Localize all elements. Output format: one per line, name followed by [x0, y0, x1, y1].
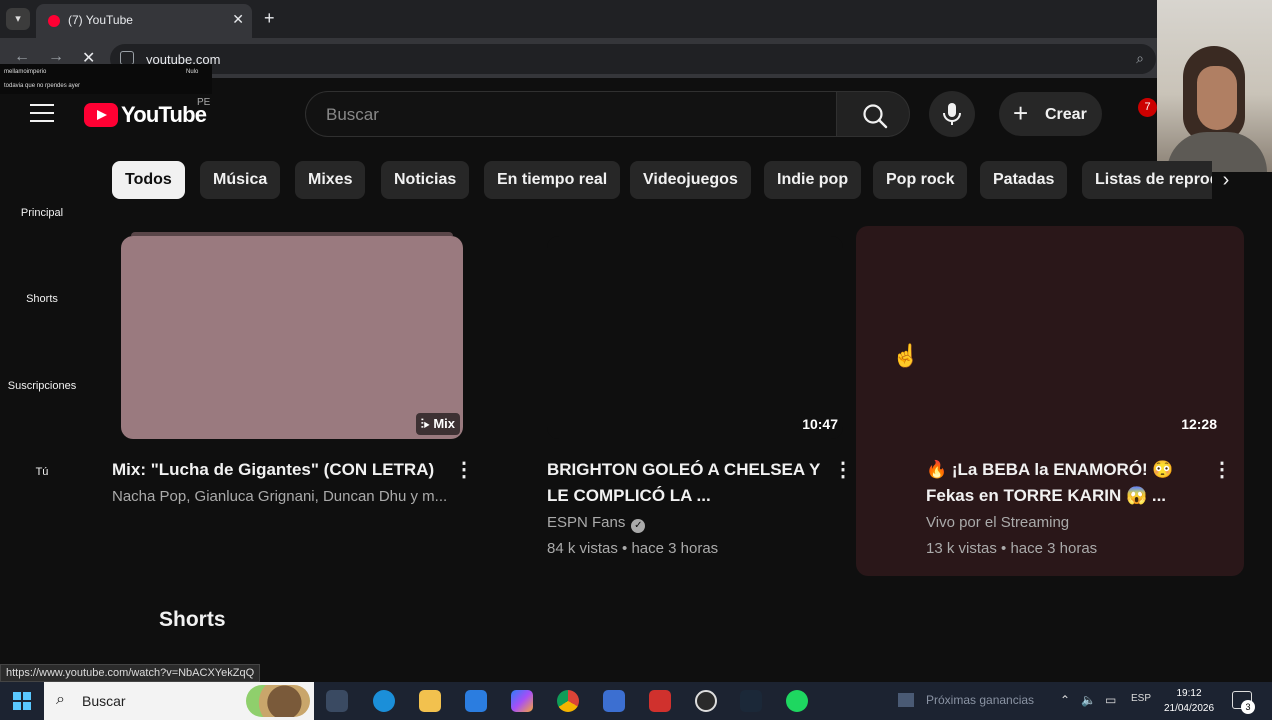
create-button[interactable]: + Crear	[999, 92, 1102, 136]
overlay-line-1: mellamoimperio	[4, 69, 47, 75]
verified-check-icon: ✓	[631, 519, 646, 533]
notification-count-badge[interactable]: 7	[1138, 98, 1157, 117]
create-label: Crear	[1045, 106, 1087, 123]
youtube-logo-text[interactable]: YouTube	[121, 102, 207, 128]
microsoft-store-icon[interactable]	[465, 690, 487, 712]
mix-badge-label: Mix	[433, 416, 455, 431]
search-input[interactable]	[326, 104, 816, 126]
chip-overflow-clip: Listas de reproducción	[1082, 161, 1212, 199]
hamburger-menu-icon[interactable]	[30, 104, 54, 124]
chip-mixes[interactable]: Mixes	[295, 161, 366, 199]
more-options-icon[interactable]: ⋮	[454, 457, 474, 483]
chip-listas-de-reproduccion[interactable]: Listas de reproducción	[1082, 161, 1212, 199]
sidebar-item-tu[interactable]: Tú	[0, 466, 84, 478]
video-channel[interactable]: Nacha Pop, Gianluca Grignani, Duncan Dhu…	[112, 484, 447, 510]
video-title-line-1[interactable]: 🔥 ¡La BEBA la ENAMORÓ! 😳	[926, 457, 1174, 483]
copilot-icon[interactable]	[511, 690, 533, 712]
youtube-favicon-icon	[48, 15, 60, 27]
video-title-line-1[interactable]: BRIGHTON GOLEÓ A CHELSEA Y	[547, 457, 820, 483]
zoom-icon[interactable]: ⌕	[1136, 50, 1144, 67]
new-tab-button[interactable]: +	[264, 8, 275, 29]
chip-videojuegos[interactable]: Videojuegos	[630, 161, 751, 199]
system-clock[interactable]: 19:12 21/04/2026	[1158, 686, 1220, 716]
hand-cursor-icon: ☝	[892, 343, 920, 368]
sidebar-item-principal[interactable]: Principal	[0, 207, 84, 219]
video-duration: 12:28	[1181, 416, 1217, 432]
chip-musica[interactable]: Música	[200, 161, 281, 199]
spotify-icon[interactable]	[786, 690, 808, 712]
playlist-icon: ⫶▸	[420, 416, 434, 431]
media-player-icon[interactable]	[695, 690, 717, 712]
more-options-icon[interactable]: ⋮	[833, 457, 853, 483]
language-indicator[interactable]: ESP	[1131, 693, 1151, 704]
microphone-icon	[943, 103, 961, 125]
country-code: PE	[197, 97, 211, 108]
webcam-overlay	[1157, 0, 1272, 172]
video-thumbnail-brighton[interactable]: 10:47	[547, 236, 843, 439]
volume-icon[interactable]: 🔈	[1081, 693, 1096, 707]
search-icon: ⌕	[56, 691, 65, 708]
status-bar-url: https://www.youtube.com/watch?v=NbACXYek…	[0, 664, 261, 682]
browser-tab[interactable]: (7) YouTube ✕	[36, 4, 252, 38]
video-stats: 13 k vistas • hace 3 horas	[926, 540, 1098, 557]
widget-icon[interactable]	[898, 693, 914, 707]
search-box	[305, 91, 836, 137]
search-button[interactable]	[836, 91, 910, 137]
windows-taskbar: ⌕ Buscar Próximas ganancias ⌃ 🔈 ▭ ESP 19…	[0, 682, 1272, 720]
voice-search-button[interactable]	[929, 91, 975, 137]
overlay-line-2: todavia que no rpendes ayer	[4, 83, 81, 89]
tab-search-button[interactable]: ▾	[6, 8, 30, 30]
taskbar-search[interactable]: ⌕ Buscar	[44, 682, 314, 720]
windows-start-icon[interactable]	[13, 692, 31, 710]
more-options-icon[interactable]: ⋮	[1212, 457, 1232, 483]
tab-title: (7) YouTube	[68, 13, 133, 27]
video-title-line-2[interactable]: Fekas en TORRE KARIN 😱 ...	[926, 483, 1166, 509]
sidebar-item-suscripciones[interactable]: Suscripciones	[0, 380, 84, 392]
youtube-logo-icon[interactable]	[84, 103, 118, 127]
chrome-icon[interactable]	[557, 690, 579, 712]
chip-pop-rock[interactable]: Pop rock	[873, 161, 968, 199]
edge-browser-icon[interactable]	[373, 690, 395, 712]
clock-date: 21/04/2026	[1163, 703, 1215, 714]
chip-patadas[interactable]: Patadas	[980, 161, 1068, 199]
video-channel[interactable]: Vivo por el Streaming	[926, 510, 1069, 536]
video-duration: 10:47	[802, 416, 838, 432]
video-channel-row: ESPN Fans ✓	[547, 510, 646, 536]
browser-tab-strip: ▾ (7) YouTube ✕ +	[0, 0, 1272, 38]
app-icon[interactable]	[649, 690, 671, 712]
address-bar[interactable]: youtube.com ⌕	[110, 44, 1156, 74]
chip-indie-pop[interactable]: Indie pop	[764, 161, 862, 199]
site-info-icon[interactable]	[120, 51, 134, 65]
chip-noticias[interactable]: Noticias	[381, 161, 470, 199]
search-icon	[863, 104, 888, 129]
clock-time: 19:12	[1176, 688, 1202, 699]
chevron-right-icon[interactable]: ›	[1212, 166, 1240, 194]
close-tab-icon[interactable]: ✕	[232, 11, 244, 28]
overlay-tag: Nulo	[186, 69, 199, 75]
chip-todos[interactable]: Todos	[112, 161, 185, 199]
video-title-line-2[interactable]: LE COMPLICÓ LA ...	[547, 483, 711, 509]
chevron-up-icon[interactable]: ⌃	[1060, 693, 1070, 707]
plus-icon: +	[1013, 98, 1029, 128]
outlook-icon[interactable]	[603, 690, 625, 712]
video-title[interactable]: Mix: "Lucha de Gigantes" (CON LETRA)	[112, 457, 442, 483]
network-icon[interactable]: ▭	[1105, 693, 1116, 707]
video-channel[interactable]: ESPN Fans	[547, 514, 625, 531]
widget-text[interactable]: Próximas ganancias	[926, 693, 1034, 707]
mix-badge: ⫶▸ Mix	[415, 413, 460, 435]
webcam-person-face	[1197, 66, 1237, 130]
notification-center-count: 3	[1241, 700, 1255, 714]
taskbar-search-label: Buscar	[82, 693, 126, 709]
steam-icon[interactable]	[740, 690, 762, 712]
task-view-icon[interactable]	[326, 690, 348, 712]
sidebar-item-shorts[interactable]: Shorts	[0, 293, 84, 305]
shorts-section-heading: Shorts	[159, 608, 226, 631]
video-stats: 84 k vistas • hace 3 horas	[547, 540, 719, 557]
file-explorer-icon[interactable]	[419, 690, 441, 712]
search-highlight-image	[246, 685, 310, 717]
stream-chat-overlay: mellamoimperio todavia que no rpendes ay…	[0, 64, 212, 94]
video-thumbnail-mix[interactable]: ⫶▸ Mix	[121, 232, 463, 439]
video-thumbnail-beba[interactable]: 12:28	[926, 236, 1222, 439]
chip-en-tiempo-real[interactable]: En tiempo real	[484, 161, 621, 199]
